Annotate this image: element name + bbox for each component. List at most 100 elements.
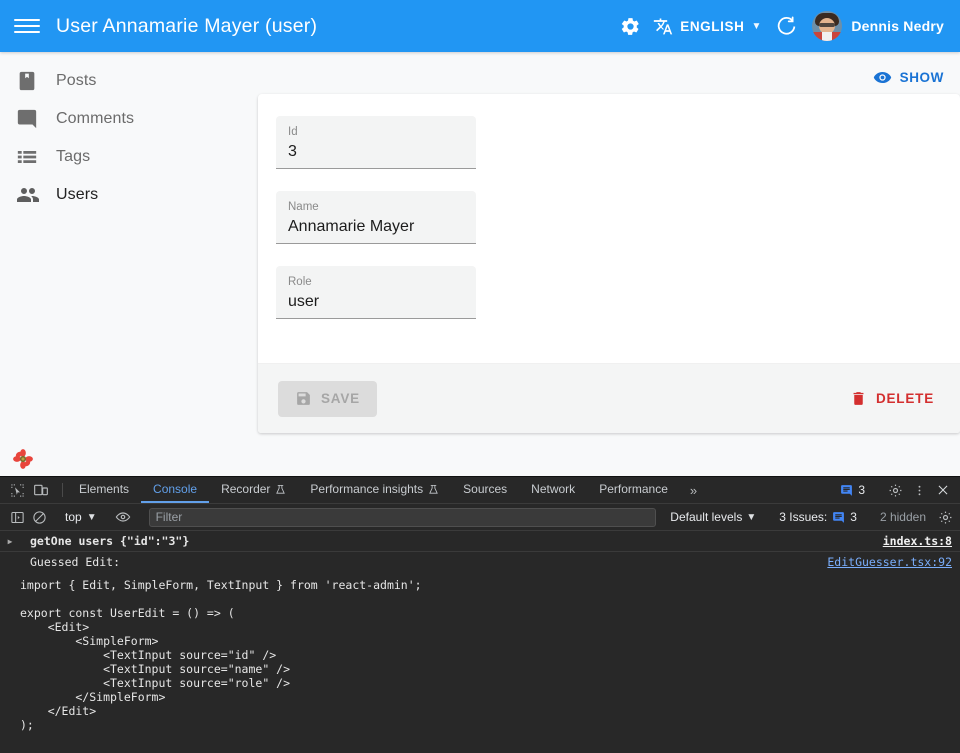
tab-sources[interactable]: Sources [451, 477, 519, 503]
sidebar-item-posts[interactable]: Posts [0, 62, 240, 100]
sidebar-item-label: Users [56, 186, 98, 204]
tab-performance[interactable]: Performance [587, 477, 680, 503]
log-levels-selector[interactable]: Default levels ▼ [662, 510, 764, 524]
user-name: Dennis Nedry [851, 18, 944, 34]
sidebar: Posts Comments Tags [0, 52, 240, 476]
close-icon[interactable] [932, 479, 954, 501]
trash-icon [850, 390, 867, 407]
field-label: Role [288, 275, 464, 289]
gear-icon[interactable] [934, 506, 956, 528]
issues-summary[interactable]: 3 Issues: 3 [773, 510, 863, 524]
tab-label: Elements [79, 482, 129, 496]
tab-label: Recorder [221, 482, 270, 496]
hamburger-menu-icon[interactable] [14, 13, 40, 39]
beaker-icon [275, 483, 286, 496]
role-field[interactable]: Role user [276, 266, 476, 319]
inspect-element-icon[interactable] [6, 479, 28, 501]
console-code-snippet: import { Edit, SimpleForm, TextInput } f… [0, 572, 960, 732]
console-toolbar: top ▼ Default levels ▼ 3 Issues: 3 [0, 504, 960, 531]
eye-icon [873, 68, 892, 87]
sidebar-item-label: Posts [56, 72, 97, 90]
tab-label: Console [153, 482, 197, 496]
save-button[interactable]: SAVE [278, 381, 377, 417]
tab-label: Performance insights [310, 482, 423, 496]
devtools-tabbar: Elements Console Recorder Performance in… [0, 477, 960, 504]
issues-message-icon [840, 484, 853, 497]
language-selector[interactable]: ENGLISH ▼ [649, 12, 767, 40]
devtools-tabbar-right: 3 [834, 477, 960, 503]
gear-icon[interactable] [611, 7, 649, 45]
tab-console[interactable]: Console [141, 477, 209, 503]
refresh-icon[interactable] [767, 7, 805, 45]
chevron-down-icon: ▼ [751, 21, 761, 32]
translate-icon [653, 16, 673, 36]
chevron-down-icon: ▼ [87, 512, 97, 523]
console-message: getOne users {"id":"3"} [20, 534, 873, 548]
hidden-messages-label: 2 hidden [872, 510, 934, 524]
edit-form-card: Id 3 Name Annamarie Mayer Role user [258, 94, 960, 433]
tab-label: Network [531, 482, 575, 496]
console-source-link[interactable]: EditGuesser.tsx:92 [817, 555, 952, 569]
console-source-link[interactable]: index.ts:8 [873, 534, 952, 548]
clear-console-icon[interactable] [28, 506, 50, 528]
field-value: 3 [288, 141, 464, 163]
delete-button[interactable]: DELETE [842, 384, 942, 413]
gear-icon[interactable] [884, 479, 906, 501]
show-button[interactable]: SHOW [865, 63, 952, 92]
console-output: ▶ getOne users {"id":"3"} index.ts:8 Gue… [0, 531, 960, 753]
filter-input[interactable] [149, 508, 657, 527]
issues-label: 3 Issues: [779, 510, 827, 524]
book-icon [16, 70, 56, 92]
comment-icon [16, 108, 56, 130]
console-sidebar-icon[interactable] [6, 506, 28, 528]
device-toolbar-icon[interactable] [30, 479, 52, 501]
issues-badge-count: 3 [850, 510, 857, 524]
execution-context-selector[interactable]: top ▼ [59, 508, 103, 526]
form-fields: Id 3 Name Annamarie Mayer Role user [258, 94, 960, 363]
appbar-actions: ENGLISH ▼ Dennis Nedry [611, 7, 948, 45]
top-toolbar: SHOW [258, 60, 960, 94]
field-value: Annamarie Mayer [288, 216, 464, 238]
more-tabs-icon[interactable]: » [680, 477, 706, 503]
content-area: SHOW Id 3 Name Annamarie Mayer Role u [240, 52, 960, 476]
issues-message-icon [832, 511, 845, 524]
beaker-icon [428, 483, 439, 496]
console-row[interactable]: Guessed Edit: EditGuesser.tsx:92 [0, 552, 960, 572]
kebab-menu-icon[interactable] [908, 479, 930, 501]
log-levels-label: Default levels [670, 510, 742, 524]
expand-triangle-icon[interactable]: ▶ [0, 534, 20, 546]
react-admin-app: User Annamarie Mayer (user) ENGLISH ▼ [0, 0, 960, 476]
field-label: Id [288, 125, 464, 139]
devtools-left-icons [0, 477, 58, 503]
console-message: Guessed Edit: [20, 555, 817, 569]
sidebar-item-users[interactable]: Users [0, 176, 240, 214]
sidebar-item-comments[interactable]: Comments [0, 100, 240, 138]
eye-icon[interactable] [112, 506, 134, 528]
id-field[interactable]: Id 3 [276, 116, 476, 169]
issues-counter[interactable]: 3 [834, 483, 871, 497]
show-button-label: SHOW [900, 70, 944, 85]
chevron-down-icon: ▼ [746, 512, 756, 523]
name-field[interactable]: Name Annamarie Mayer [276, 191, 476, 244]
sidebar-item-tags[interactable]: Tags [0, 138, 240, 176]
page-title: User Annamarie Mayer (user) [56, 15, 317, 38]
devtools-panel: Elements Console Recorder Performance in… [0, 476, 960, 753]
app-bar: User Annamarie Mayer (user) ENGLISH ▼ [0, 0, 960, 52]
app-body: Posts Comments Tags [0, 52, 960, 476]
field-value: user [288, 291, 464, 313]
issues-count: 3 [858, 483, 865, 497]
user-menu-button[interactable]: Dennis Nedry [809, 8, 948, 44]
avatar [812, 11, 842, 41]
tab-recorder[interactable]: Recorder [209, 477, 298, 503]
divider [62, 483, 63, 497]
sidebar-item-label: Comments [56, 110, 134, 128]
field-label: Name [288, 200, 464, 214]
tab-performance-insights[interactable]: Performance insights [298, 477, 451, 503]
console-row[interactable]: ▶ getOne users {"id":"3"} index.ts:8 [0, 531, 960, 552]
tab-elements[interactable]: Elements [67, 477, 141, 503]
tab-label: Performance [599, 482, 668, 496]
delete-button-label: DELETE [876, 391, 934, 406]
tab-label: Sources [463, 482, 507, 496]
context-label: top [65, 510, 82, 524]
tab-network[interactable]: Network [519, 477, 587, 503]
